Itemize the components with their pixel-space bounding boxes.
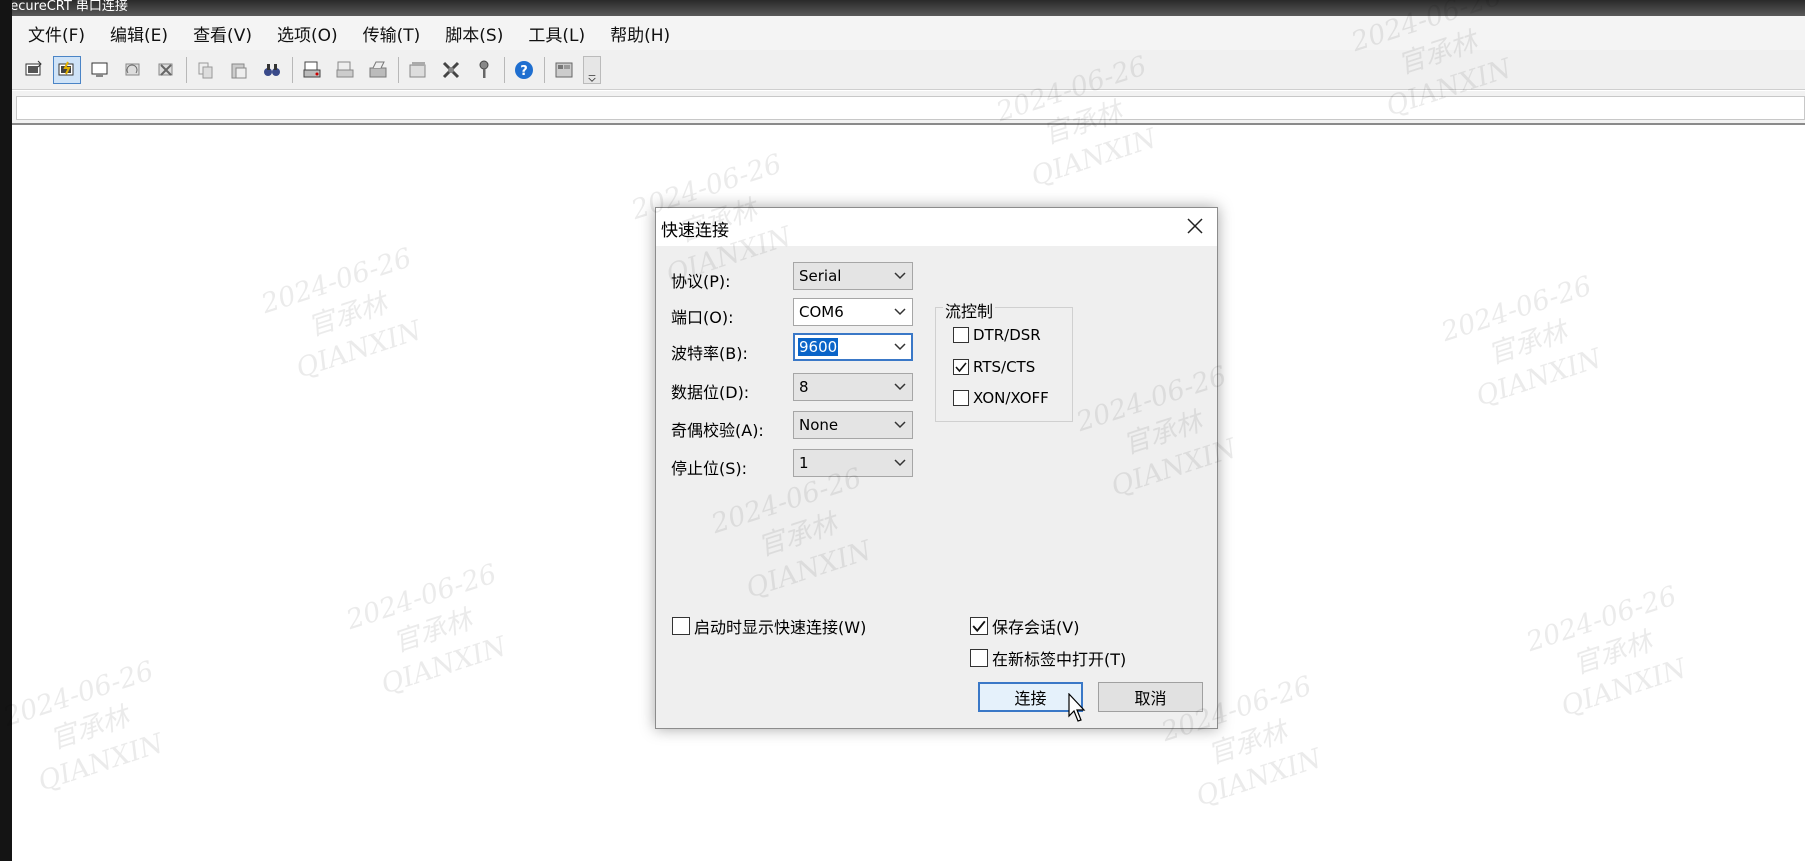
checkbox-box[interactable] (953, 390, 969, 406)
window-title: SecureCRT 串口连接 (2, 0, 128, 14)
stop-bits-label: 停止位(S): (671, 459, 748, 478)
global-options-icon[interactable] (437, 56, 465, 84)
checkmark-icon (955, 362, 967, 373)
chevron-down-icon (894, 421, 906, 429)
stop-bits-select[interactable]: 1 (793, 449, 913, 477)
print-selection-icon[interactable] (331, 56, 359, 84)
save-session-checkbox[interactable]: 保存会话(V) (970, 614, 1079, 638)
baud-rate-label: 波特率(B): (671, 344, 748, 363)
parity-label: 奇偶校验(A): (671, 421, 764, 440)
toolbar: ? (12, 50, 1805, 90)
menu-file[interactable]: 文件(F) (19, 21, 94, 46)
chevron-down-icon (894, 272, 906, 280)
command-bar (12, 91, 1805, 125)
menu-view[interactable]: 查看(V) (184, 21, 261, 46)
toolbar-separator (186, 56, 187, 83)
close-icon[interactable] (1183, 214, 1207, 238)
menu-tools[interactable]: 工具(L) (519, 21, 594, 46)
paste-icon[interactable] (225, 56, 253, 84)
checkbox-box[interactable] (970, 649, 988, 667)
dialog-title: 快速连接 (661, 221, 729, 241)
chat-window-icon[interactable] (550, 56, 578, 84)
xon-xoff-checkbox[interactable]: XON/XOFF (953, 389, 1049, 407)
print-icon[interactable] (298, 56, 326, 84)
print-setup-icon[interactable] (364, 56, 392, 84)
find-icon[interactable] (258, 56, 286, 84)
window-title-bar: SecureCRT 串口连接 (0, 0, 1805, 16)
checkbox-box[interactable] (672, 617, 690, 635)
menu-transfer[interactable]: 传输(T) (354, 21, 430, 46)
command-input[interactable] (16, 96, 1805, 120)
window-left-edge (0, 0, 12, 861)
open-in-tab-checkbox[interactable]: 在新标签中打开(T) (970, 646, 1126, 670)
connect-in-tab-icon[interactable] (86, 56, 114, 84)
checkbox-box[interactable] (953, 327, 969, 343)
chevron-down-icon (894, 383, 906, 391)
checkmark-icon (972, 620, 986, 633)
reconnect-icon[interactable] (119, 56, 147, 84)
checkbox-box[interactable] (970, 617, 988, 635)
mouse-cursor-icon (1068, 693, 1086, 722)
port-label: 端口(O): (671, 308, 734, 327)
keymap-icon[interactable] (470, 56, 498, 84)
menu-script[interactable]: 脚本(S) (436, 21, 512, 46)
copy-icon[interactable] (192, 56, 220, 84)
dtr-dsr-checkbox[interactable]: DTR/DSR (953, 326, 1041, 344)
chevron-down-icon (894, 308, 906, 316)
toolbar-separator (292, 56, 293, 83)
menu-bar: 文件(F) 编辑(E) 查看(V) 选项(O) 传输(T) 脚本(S) 工具(L… (12, 16, 1805, 50)
baud-rate-select[interactable]: 9600 (793, 333, 913, 361)
disconnect-icon[interactable] (152, 56, 180, 84)
cancel-button[interactable]: 取消 (1098, 682, 1203, 712)
show-on-startup-checkbox[interactable]: 启动时显示快速连接(W) (672, 614, 866, 638)
rts-cts-checkbox[interactable]: RTS/CTS (953, 358, 1035, 376)
port-select[interactable]: COM6 (793, 298, 913, 326)
toolbar-separator (504, 56, 505, 83)
parity-select[interactable]: None (793, 411, 913, 439)
chevron-down-icon (894, 343, 906, 351)
flow-control-title: 流控制 (943, 298, 996, 322)
connect-icon[interactable] (20, 56, 48, 84)
chevron-down-icon (894, 459, 906, 467)
data-bits-label: 数据位(D): (671, 383, 750, 402)
menu-edit[interactable]: 编辑(E) (101, 21, 177, 46)
svg-text:?: ? (520, 64, 528, 79)
checkbox-box[interactable] (953, 359, 969, 375)
session-options-icon[interactable] (404, 56, 432, 84)
toolbar-separator (398, 56, 399, 83)
menu-help[interactable]: 帮助(H) (601, 21, 679, 46)
quick-connect-icon[interactable] (53, 55, 81, 84)
toolbar-overflow-icon[interactable] (583, 55, 601, 84)
protocol-select[interactable]: Serial (793, 262, 913, 290)
dialog-header: 快速连接 (656, 208, 1217, 246)
toolbar-separator (544, 56, 545, 83)
data-bits-select[interactable]: 8 (793, 373, 913, 401)
protocol-label: 协议(P): (671, 272, 731, 291)
help-icon[interactable]: ? (510, 56, 538, 84)
menu-options[interactable]: 选项(O) (268, 21, 347, 46)
quick-connect-dialog: 快速连接 协议(P): Serial 端口(O): COM6 波特率(B): 9… (655, 207, 1218, 729)
